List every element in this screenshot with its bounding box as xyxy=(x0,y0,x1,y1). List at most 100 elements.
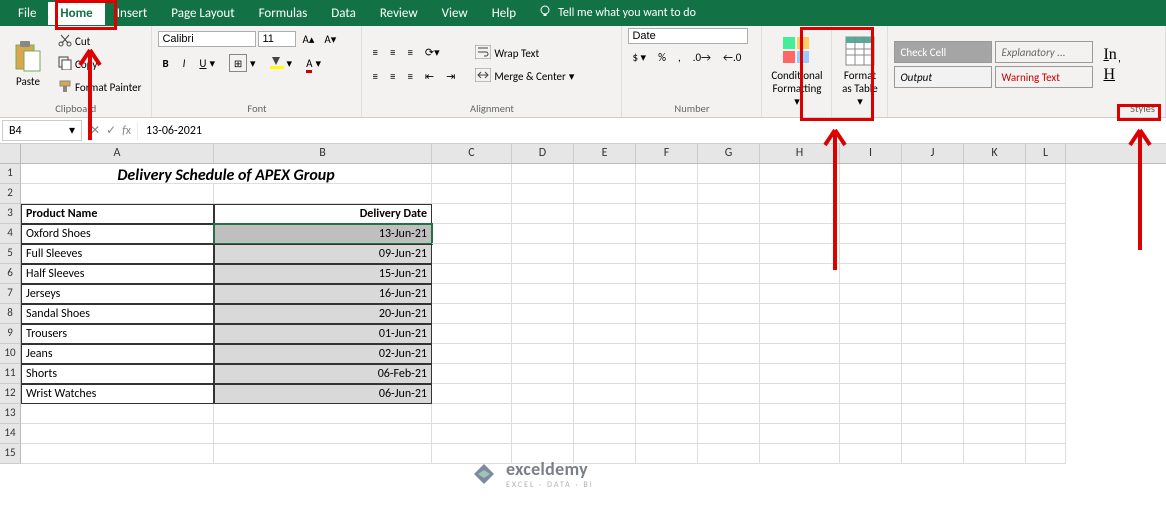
date-cell[interactable]: 02-Jun-21 xyxy=(214,344,432,364)
wrap-text-button[interactable]: Wrap Text xyxy=(471,43,578,64)
cell[interactable] xyxy=(21,184,214,204)
cell[interactable] xyxy=(760,384,840,404)
cell[interactable] xyxy=(902,384,964,404)
cell[interactable] xyxy=(574,304,636,324)
col-header-d[interactable]: D xyxy=(512,144,574,163)
tab-review[interactable]: Review xyxy=(368,2,430,25)
cell[interactable] xyxy=(636,344,698,364)
cell[interactable] xyxy=(512,364,574,384)
cell[interactable] xyxy=(512,424,574,444)
cell[interactable] xyxy=(636,444,698,464)
cell[interactable] xyxy=(432,404,512,424)
cell[interactable] xyxy=(21,404,214,424)
cell[interactable] xyxy=(432,324,512,344)
cell[interactable] xyxy=(432,244,512,264)
cell[interactable] xyxy=(1026,164,1066,184)
cell[interactable] xyxy=(574,404,636,424)
enter-formula-button[interactable]: ✓ xyxy=(106,123,116,138)
cell[interactable] xyxy=(760,444,840,464)
align-top-button[interactable]: ≡ xyxy=(368,44,381,61)
cell[interactable] xyxy=(512,384,574,404)
header-date[interactable]: Delivery Date xyxy=(214,204,432,224)
font-color-button[interactable]: A▾ xyxy=(302,55,325,72)
product-cell[interactable]: Wrist Watches xyxy=(21,384,214,404)
cell[interactable] xyxy=(698,344,760,364)
cell[interactable] xyxy=(902,264,964,284)
product-cell[interactable]: Jeans xyxy=(21,344,214,364)
cell[interactable] xyxy=(432,204,512,224)
cell[interactable] xyxy=(902,244,964,264)
cell[interactable] xyxy=(636,364,698,384)
name-box[interactable]: B4 ▾ xyxy=(2,120,82,141)
cell[interactable] xyxy=(1026,344,1066,364)
cell[interactable] xyxy=(636,404,698,424)
cell[interactable] xyxy=(698,424,760,444)
fill-color-button[interactable]: ▾ xyxy=(266,53,297,74)
cell[interactable] xyxy=(636,204,698,224)
increase-indent-button[interactable]: ⇥ xyxy=(442,68,459,85)
cell[interactable] xyxy=(1026,244,1066,264)
row-header-13[interactable]: 13 xyxy=(0,404,21,424)
cell[interactable] xyxy=(964,204,1026,224)
cell[interactable] xyxy=(636,244,698,264)
cell[interactable] xyxy=(840,344,902,364)
cell[interactable] xyxy=(964,164,1026,184)
col-header-g[interactable]: G xyxy=(698,144,760,163)
date-cell[interactable]: 06-Feb-21 xyxy=(214,364,432,384)
cell[interactable] xyxy=(574,384,636,404)
align-bottom-button[interactable]: ≡ xyxy=(403,44,416,61)
cell[interactable] xyxy=(432,224,512,244)
row-header-8[interactable]: 8 xyxy=(0,304,21,324)
border-button[interactable]: ⊞▾ xyxy=(225,52,260,74)
cell[interactable] xyxy=(964,184,1026,204)
cell[interactable] xyxy=(698,324,760,344)
merge-center-button[interactable]: Merge & Center ▾ xyxy=(471,66,578,87)
col-header-a[interactable]: A xyxy=(21,144,214,163)
decrease-decimal-button[interactable]: ←.0 xyxy=(719,49,745,66)
cell[interactable] xyxy=(698,284,760,304)
italic-button[interactable]: I xyxy=(179,55,190,72)
cell[interactable] xyxy=(840,424,902,444)
cell[interactable] xyxy=(840,364,902,384)
cell[interactable] xyxy=(698,244,760,264)
cell[interactable] xyxy=(1026,184,1066,204)
cell[interactable] xyxy=(964,444,1026,464)
cell[interactable] xyxy=(902,424,964,444)
cell[interactable] xyxy=(512,324,574,344)
tab-formulas[interactable]: Formulas xyxy=(247,2,320,25)
cell[interactable] xyxy=(512,224,574,244)
tab-page-layout[interactable]: Page Layout xyxy=(159,2,246,25)
cell[interactable] xyxy=(1026,384,1066,404)
cell[interactable] xyxy=(840,384,902,404)
title-cell[interactable]: Delivery Schedule of APEX Group xyxy=(21,164,432,184)
cell[interactable] xyxy=(964,244,1026,264)
cell[interactable] xyxy=(1026,424,1066,444)
row-header-12[interactable]: 12 xyxy=(0,384,21,404)
currency-button[interactable]: $ ▾ xyxy=(628,49,650,66)
row-header-9[interactable]: 9 xyxy=(0,324,21,344)
cell[interactable] xyxy=(840,324,902,344)
cell[interactable] xyxy=(636,164,698,184)
style-warning[interactable]: Warning Text xyxy=(995,66,1093,88)
cell[interactable] xyxy=(1026,284,1066,304)
cell[interactable] xyxy=(1026,324,1066,344)
cell[interactable] xyxy=(574,224,636,244)
cell[interactable] xyxy=(698,364,760,384)
cell[interactable] xyxy=(636,424,698,444)
cell[interactable] xyxy=(760,284,840,304)
cell[interactable] xyxy=(574,164,636,184)
increase-font-button[interactable]: A▴ xyxy=(298,31,318,48)
date-cell[interactable]: 13-Jun-21 xyxy=(214,224,432,244)
row-header-14[interactable]: 14 xyxy=(0,424,21,444)
cell[interactable] xyxy=(840,284,902,304)
cell[interactable] xyxy=(964,304,1026,324)
cell[interactable] xyxy=(214,404,432,424)
col-header-c[interactable]: C xyxy=(432,144,512,163)
row-header-1[interactable]: 1 xyxy=(0,164,21,184)
date-cell[interactable]: 01-Jun-21 xyxy=(214,324,432,344)
align-center-button[interactable]: ≡ xyxy=(386,68,399,85)
cell[interactable] xyxy=(574,264,636,284)
decrease-indent-button[interactable]: ⇤ xyxy=(421,68,438,85)
row-header-4[interactable]: 4 xyxy=(0,224,21,244)
cell[interactable] xyxy=(902,344,964,364)
